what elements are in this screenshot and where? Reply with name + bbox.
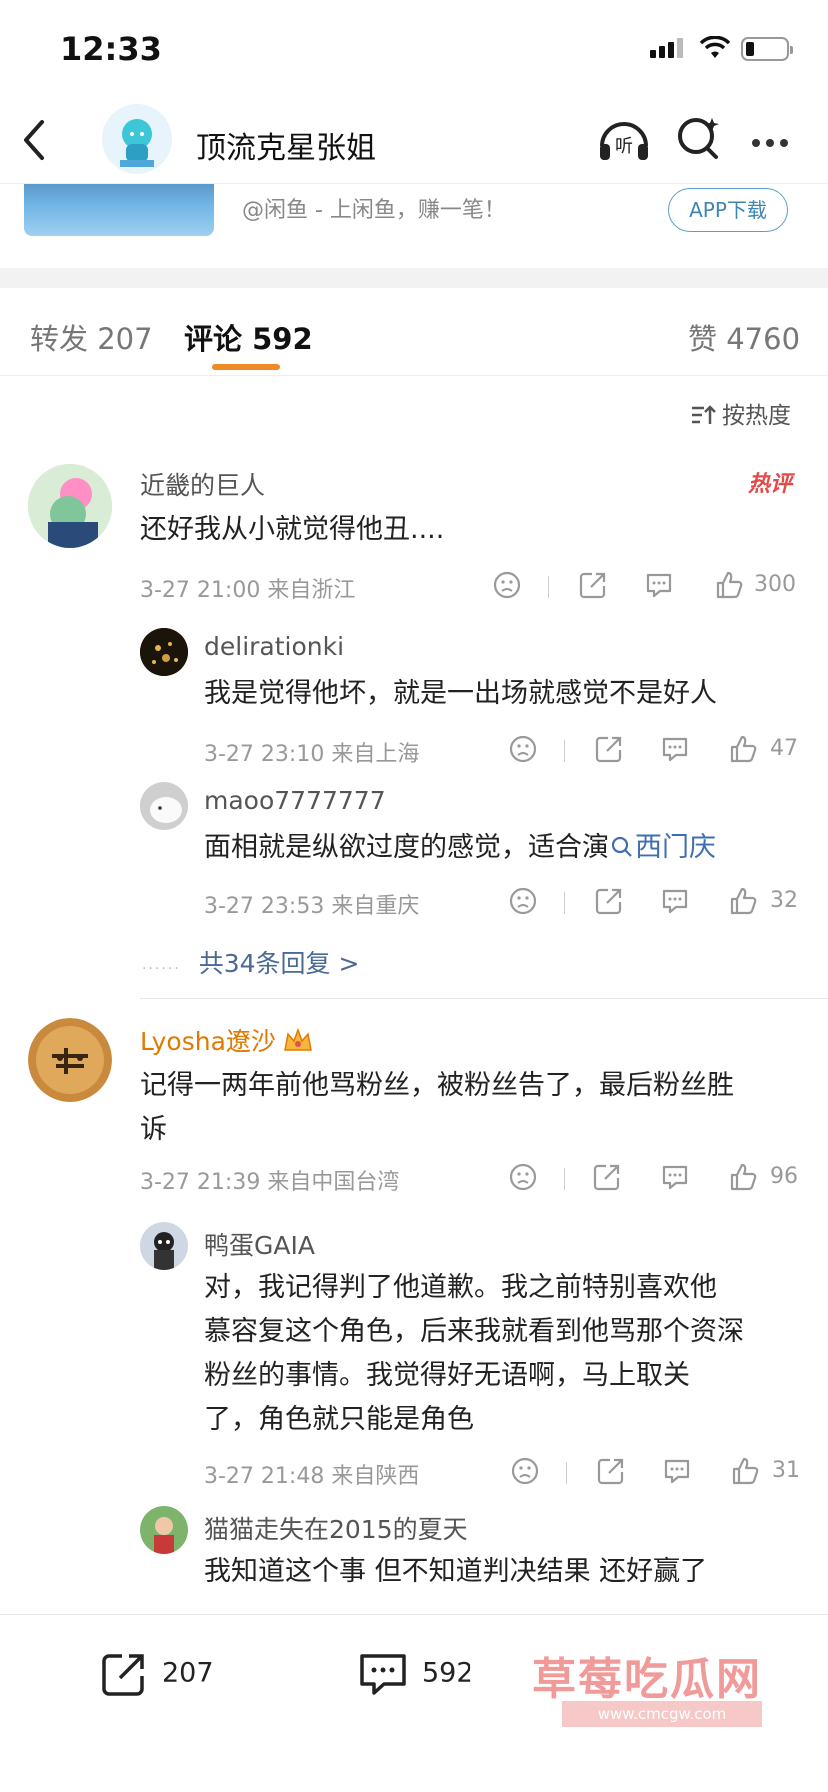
dislike-icon[interactable] bbox=[508, 886, 538, 916]
share-icon[interactable] bbox=[592, 1162, 622, 1192]
username[interactable]: delirationki bbox=[204, 632, 344, 661]
reply-icon[interactable] bbox=[660, 886, 690, 916]
reply-icon[interactable] bbox=[662, 1456, 692, 1486]
like-icon[interactable] bbox=[728, 1162, 758, 1192]
like-icon[interactable] bbox=[728, 886, 758, 916]
status-time: 12:33 bbox=[60, 30, 162, 68]
like-count: 96 bbox=[770, 1164, 798, 1189]
sort-icon bbox=[692, 405, 716, 424]
reply-text: 面相就是纵欲过度的感觉，适合演 西门庆 bbox=[204, 832, 716, 863]
reply-meta: 3-27 21:48 来自陕西 bbox=[204, 1464, 420, 1489]
avatar[interactable] bbox=[140, 782, 188, 830]
reply-text-line: 粉丝的事情。我觉得好无语啊，马上取关 bbox=[204, 1360, 690, 1391]
avatar[interactable] bbox=[140, 1506, 188, 1554]
top-nav: 顶流克星张姐 听 bbox=[0, 96, 828, 184]
avatar[interactable] bbox=[28, 464, 112, 548]
dislike-icon[interactable] bbox=[508, 1162, 538, 1192]
ad-image bbox=[24, 184, 214, 236]
headphones-icon[interactable]: 听 bbox=[596, 114, 652, 164]
comment-actions: 300 bbox=[492, 570, 812, 604]
like-count: 300 bbox=[754, 572, 796, 597]
comment-actions: 96 bbox=[508, 1162, 818, 1196]
avatar[interactable] bbox=[140, 628, 188, 676]
avatar[interactable] bbox=[28, 1018, 112, 1102]
share-icon[interactable] bbox=[594, 886, 624, 916]
watermark: 草莓吃瓜网 www.cmcgw.com bbox=[470, 1635, 820, 1745]
tab-bar: 转发 207 评论 592 赞 4760 bbox=[0, 288, 828, 376]
username[interactable]: Lyosha遼沙 bbox=[140, 1022, 314, 1058]
username[interactable]: maoo7777777 bbox=[204, 786, 386, 815]
search-icon bbox=[611, 836, 632, 857]
page-title: 顶流克星张姐 bbox=[196, 131, 376, 166]
signal-icon bbox=[650, 38, 686, 58]
ad-card[interactable]: @闲鱼 - 上闲鱼，赚一笔！ APP下载 bbox=[0, 184, 828, 268]
back-icon[interactable] bbox=[20, 118, 48, 162]
share-icon[interactable] bbox=[578, 570, 608, 600]
like-icon[interactable] bbox=[714, 570, 744, 600]
share-icon[interactable] bbox=[594, 734, 624, 764]
reply-icon[interactable] bbox=[660, 734, 690, 764]
status-bar: 12:33 bbox=[0, 0, 828, 96]
username[interactable]: 近畿的巨人 bbox=[140, 466, 265, 502]
reply-text-line: 慕容复这个角色，后来我就看到他骂那个资深 bbox=[204, 1316, 744, 1347]
watermark-url: www.cmcgw.com bbox=[562, 1701, 762, 1727]
like-count: 31 bbox=[772, 1458, 800, 1483]
reply-actions: 31 bbox=[510, 1456, 820, 1490]
username[interactable]: 鸭蛋GAIA bbox=[204, 1226, 315, 1262]
ad-text: @闲鱼 - 上闲鱼，赚一笔！ bbox=[242, 198, 506, 223]
account-avatar[interactable] bbox=[102, 104, 172, 174]
bottom-action-bar: 207 592 草莓吃瓜网 www.cmcgw.com bbox=[0, 1614, 828, 1792]
like-count: 32 bbox=[770, 888, 798, 913]
repost-button[interactable]: 207 bbox=[100, 1651, 214, 1697]
more-icon[interactable] bbox=[752, 132, 794, 151]
like-icon[interactable] bbox=[730, 1456, 760, 1486]
reply-text-line: 了，角色就只能是角色 bbox=[204, 1404, 474, 1435]
tab-repost[interactable]: 转发 207 bbox=[30, 316, 153, 358]
repost-icon bbox=[102, 1654, 144, 1696]
share-icon[interactable] bbox=[596, 1456, 626, 1486]
comment-meta: 3-27 21:39 来自中国台湾 bbox=[140, 1170, 400, 1195]
reply-icon[interactable] bbox=[660, 1162, 690, 1192]
sort-button[interactable]: 按热度 bbox=[690, 396, 791, 430]
more-replies-link[interactable]: ...... 共34条回复 > bbox=[142, 944, 359, 980]
dislike-icon[interactable] bbox=[508, 734, 538, 764]
reply-actions: 47 bbox=[508, 734, 818, 768]
tab-comment[interactable]: 评论 592 bbox=[184, 316, 313, 358]
reply-text: 我是觉得他坏，就是一出场就感觉不是好人 bbox=[204, 678, 717, 709]
reply-actions: 32 bbox=[508, 886, 818, 920]
battery-icon bbox=[741, 37, 793, 61]
vip-crown-icon bbox=[284, 1027, 312, 1051]
reply-text-line: 对，我记得判了他道歉。我之前特别喜欢他 bbox=[204, 1272, 717, 1303]
section-divider bbox=[0, 268, 828, 288]
reply-icon[interactable] bbox=[644, 570, 674, 600]
divider bbox=[140, 998, 828, 999]
wifi-icon bbox=[700, 36, 730, 58]
comment-text: 记得一两年前他骂粉丝，被粉丝告了，最后粉丝胜 bbox=[140, 1070, 734, 1101]
dislike-icon[interactable] bbox=[492, 570, 522, 600]
hot-comment-badge: 热评 bbox=[748, 472, 793, 497]
comment-icon bbox=[360, 1654, 406, 1695]
avatar[interactable] bbox=[140, 1222, 188, 1270]
username[interactable]: 猫猫走失在2015的夏天 bbox=[204, 1510, 468, 1546]
like-count: 47 bbox=[770, 736, 798, 761]
topic-link[interactable]: 西门庆 bbox=[609, 832, 716, 863]
reply-meta: 3-27 23:53 来自重庆 bbox=[204, 894, 420, 919]
reply-meta: 3-27 23:10 来自上海 bbox=[204, 742, 420, 767]
dislike-icon[interactable] bbox=[510, 1456, 540, 1486]
reply-text: 我知道这个事 但不知道判决结果 还好赢了 bbox=[204, 1556, 708, 1587]
like-icon[interactable] bbox=[728, 734, 758, 764]
comment-text: 还好我从小就觉得他丑.... bbox=[140, 514, 445, 545]
tab-like[interactable]: 赞 4760 bbox=[688, 316, 800, 358]
comment-button[interactable]: 592 bbox=[358, 1651, 474, 1697]
app-download-button[interactable]: APP下载 bbox=[668, 188, 788, 232]
active-tab-indicator bbox=[212, 364, 280, 370]
svg-text:听: 听 bbox=[615, 136, 633, 157]
watermark-text: 草莓吃瓜网 bbox=[532, 1654, 762, 1705]
search-icon[interactable] bbox=[676, 114, 722, 162]
comment-meta: 3-27 21:00 来自浙江 bbox=[140, 578, 356, 603]
comment-text-cont: 诉 bbox=[140, 1114, 167, 1145]
